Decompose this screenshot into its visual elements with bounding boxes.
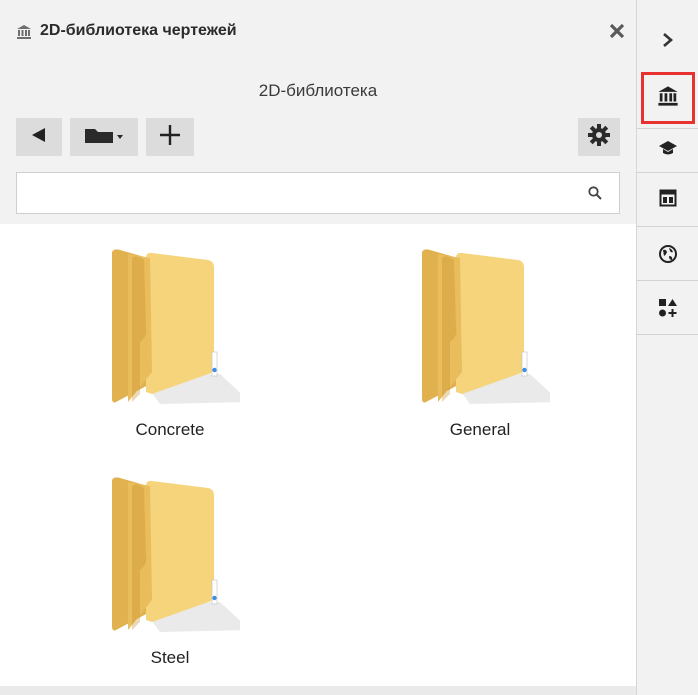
rail-item-library[interactable]: [641, 72, 695, 124]
folder-item[interactable]: Concrete: [100, 244, 240, 454]
add-button[interactable]: [146, 118, 194, 156]
graduation-cap-icon: [658, 139, 678, 162]
triangle-left-icon: [30, 126, 48, 149]
chevron-right-icon: [661, 32, 675, 53]
library-toolbar: [0, 114, 636, 166]
search-icon[interactable]: [587, 185, 603, 201]
folder-item[interactable]: General: [410, 244, 550, 454]
library-icon: [16, 24, 32, 40]
rail-divider: [637, 280, 698, 281]
search-input[interactable]: [25, 181, 579, 207]
folder-label: Concrete: [135, 420, 205, 439]
folder-grid: Concrete General Steel: [0, 224, 636, 685]
plus-icon: [158, 123, 182, 152]
library-panel: 2D-библиотека чертежей 2D-библиотека Con…: [0, 0, 637, 695]
gear-icon: [587, 123, 611, 152]
rail-divider: [637, 128, 698, 129]
rail-item-globe[interactable]: [639, 236, 697, 276]
settings-button[interactable]: [578, 118, 620, 156]
library-subtitle: 2D-библиотека: [258, 81, 378, 100]
panel-titlebar: 2D-библиотека чертежей: [0, 0, 636, 64]
panel-title: 2D-библиотека чертежей: [40, 22, 237, 39]
layout-icon: [659, 189, 677, 212]
library-icon: [657, 85, 679, 112]
folder-label: General: [449, 420, 511, 439]
rail-divider: [637, 172, 698, 173]
rail-divider: [637, 334, 698, 335]
close-icon[interactable]: [604, 18, 630, 44]
folder-icon: [83, 125, 125, 150]
library-header: 2D-библиотека: [0, 64, 636, 114]
shapes-icon: [658, 298, 678, 323]
collapse-arrow-button[interactable]: [639, 22, 697, 62]
search-box: [16, 172, 620, 214]
right-rail: [637, 0, 698, 695]
globe-icon: [658, 244, 678, 269]
rail-item-shapes[interactable]: [639, 290, 697, 330]
back-button[interactable]: [16, 118, 62, 156]
folder-item[interactable]: Steel: [100, 472, 240, 682]
rail-item-learning[interactable]: [639, 130, 697, 170]
rail-item-layout[interactable]: [639, 180, 697, 220]
panel-bottom-strip: [0, 686, 636, 695]
folder-dropdown-button[interactable]: [70, 118, 138, 156]
search-row: [0, 166, 636, 224]
folder-label: Steel: [150, 648, 190, 667]
rail-divider: [637, 226, 698, 227]
